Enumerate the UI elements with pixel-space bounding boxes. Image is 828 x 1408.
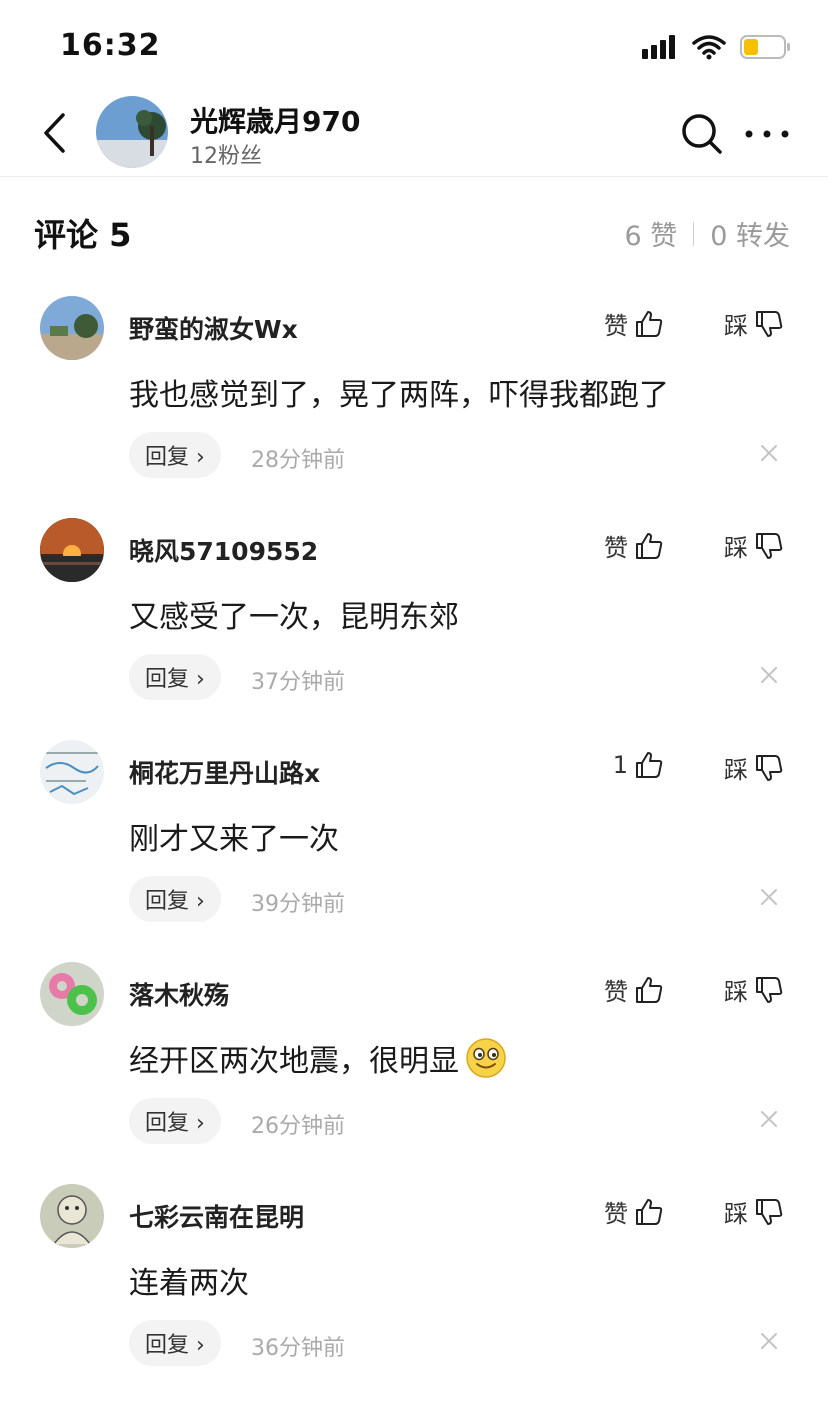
thumbs-up-icon — [636, 752, 663, 778]
like-count: 1 — [612, 751, 628, 779]
avatar-image — [40, 740, 104, 804]
avatar-image — [40, 962, 104, 1026]
dislike-button[interactable]: 踩 — [724, 972, 784, 1007]
comments-stats: 6 赞 0 转发 — [624, 214, 790, 253]
avatar[interactable] — [40, 518, 104, 582]
cellular-signal-icon — [642, 35, 675, 59]
close-icon[interactable] — [758, 1330, 780, 1352]
like-label: 赞 — [604, 1200, 628, 1228]
like-button[interactable]: 赞 — [604, 528, 664, 563]
comment-text-content: 我也感觉到了，晃了两阵，吓得我都跑了 — [129, 378, 669, 413]
comment-time: 36分钟前 — [251, 1336, 345, 1361]
like-label: 赞 — [604, 534, 628, 562]
stats-divider — [693, 221, 695, 246]
comment-text: 我也感觉到了，晃了两阵，吓得我都跑了 — [129, 370, 669, 414]
comment-item: 野蛮的淑女Wx 赞 踩 我也感觉到了，晃了两阵，吓得我都跑了 回复 › 28分钟… — [0, 296, 828, 518]
comment-item: 桐花万里丹山路x 1 踩 刚才又来了一次 回复 › 39分钟前 — [0, 740, 828, 962]
comment-text: 经开区两次地震，很明显 — [129, 1036, 507, 1080]
like-button[interactable]: 赞 — [604, 1194, 664, 1229]
close-icon[interactable] — [758, 664, 780, 686]
dislike-button[interactable]: 踩 — [724, 1194, 784, 1229]
dislike-label: 踩 — [724, 1200, 748, 1228]
dislike-button[interactable]: 踩 — [724, 528, 784, 563]
comment-text: 连着两次 — [129, 1258, 249, 1302]
thumbs-down-icon — [756, 532, 783, 559]
comments-header: 评论 5 6 赞 0 转发 — [34, 210, 790, 258]
comment-text-content: 又感受了一次，昆明东郊 — [129, 600, 459, 635]
smile-emoji-icon — [466, 1038, 506, 1078]
thumbs-down-icon — [756, 754, 783, 781]
battery-icon — [740, 35, 790, 59]
more-button[interactable] — [742, 114, 792, 154]
header-fans-count: 12粉丝 — [190, 144, 262, 169]
close-icon[interactable] — [758, 1108, 780, 1130]
avatar-image — [40, 296, 104, 360]
search-button[interactable] — [680, 112, 724, 156]
avatar-image — [40, 1184, 104, 1248]
comment-time: 39分钟前 — [251, 892, 345, 917]
comment-time: 28分钟前 — [251, 448, 345, 473]
avatar[interactable] — [40, 296, 104, 360]
reposts-count[interactable]: 0 转发 — [710, 214, 790, 253]
comment-author[interactable]: 晓风57109552 — [129, 532, 318, 568]
status-time: 16:32 — [60, 28, 161, 63]
more-dots-icon — [745, 130, 789, 138]
comment-text: 又感受了一次，昆明东郊 — [129, 592, 459, 636]
comment-author[interactable]: 桐花万里丹山路x — [129, 754, 320, 790]
like-button[interactable]: 赞 — [604, 306, 664, 341]
dislike-button[interactable]: 踩 — [724, 750, 784, 785]
avatar[interactable] — [40, 740, 104, 804]
avatar[interactable] — [40, 1184, 104, 1248]
thumbs-up-icon — [636, 532, 663, 559]
comment-text: 刚才又来了一次 — [129, 814, 339, 858]
comment-text-content: 连着两次 — [129, 1266, 249, 1301]
like-button[interactable]: 赞 — [604, 972, 664, 1007]
thumbs-up-icon — [636, 976, 663, 1003]
back-button[interactable] — [34, 108, 74, 158]
header-avatar[interactable] — [96, 96, 168, 168]
comment-author[interactable]: 落木秋殇 — [129, 976, 229, 1012]
avatar-image — [40, 518, 104, 582]
comment-author[interactable]: 野蛮的淑女Wx — [129, 310, 298, 346]
thumbs-down-icon — [756, 310, 783, 337]
avatar[interactable] — [40, 962, 104, 1026]
comment-author[interactable]: 七彩云南在昆明 — [129, 1198, 304, 1234]
comment-item: 七彩云南在昆明 赞 踩 连着两次 回复 › 36分钟前 — [0, 1184, 828, 1406]
reply-button[interactable]: 回复 › — [129, 876, 221, 922]
chevron-left-icon — [44, 113, 65, 153]
like-label: 赞 — [604, 312, 628, 340]
comment-text-content: 刚才又来了一次 — [129, 822, 339, 857]
comment-item: 落木秋殇 赞 踩 经开区两次地震，很明显 回复 › 26分钟前 — [0, 962, 828, 1184]
likes-count[interactable]: 6 赞 — [624, 214, 677, 253]
comment-time: 37分钟前 — [251, 670, 345, 695]
thumbs-down-icon — [756, 976, 783, 1003]
header: 光辉歳月970 12粉丝 — [0, 90, 828, 177]
reply-button[interactable]: 回复 › — [129, 654, 221, 700]
header-username[interactable]: 光辉歳月970 — [190, 100, 360, 140]
reply-button[interactable]: 回复 › — [129, 1098, 221, 1144]
dislike-label: 踩 — [724, 756, 748, 784]
like-label: 赞 — [604, 978, 628, 1006]
close-icon[interactable] — [758, 886, 780, 908]
comment-time: 26分钟前 — [251, 1114, 345, 1139]
reply-button[interactable]: 回复 › — [129, 1320, 221, 1366]
thumbs-down-icon — [756, 1198, 783, 1225]
search-icon — [682, 114, 722, 154]
status-icons — [642, 34, 792, 60]
dislike-button[interactable]: 踩 — [724, 306, 784, 341]
comment-text-content: 经开区两次地震，很明显 — [129, 1044, 459, 1079]
close-icon[interactable] — [758, 442, 780, 464]
dislike-label: 踩 — [724, 978, 748, 1006]
wifi-icon — [692, 35, 726, 60]
comments-title: 评论 5 — [34, 216, 132, 254]
thumbs-up-icon — [636, 1198, 663, 1225]
thumbs-up-icon — [636, 310, 663, 337]
status-bar: 16:32 — [0, 0, 828, 96]
dislike-label: 踩 — [724, 534, 748, 562]
avatar-image — [96, 96, 168, 168]
dislike-label: 踩 — [724, 312, 748, 340]
like-button[interactable]: 1 — [613, 750, 664, 780]
comment-item: 晓风57109552 赞 踩 又感受了一次，昆明东郊 回复 › 37分钟前 — [0, 518, 828, 740]
reply-button[interactable]: 回复 › — [129, 432, 221, 478]
